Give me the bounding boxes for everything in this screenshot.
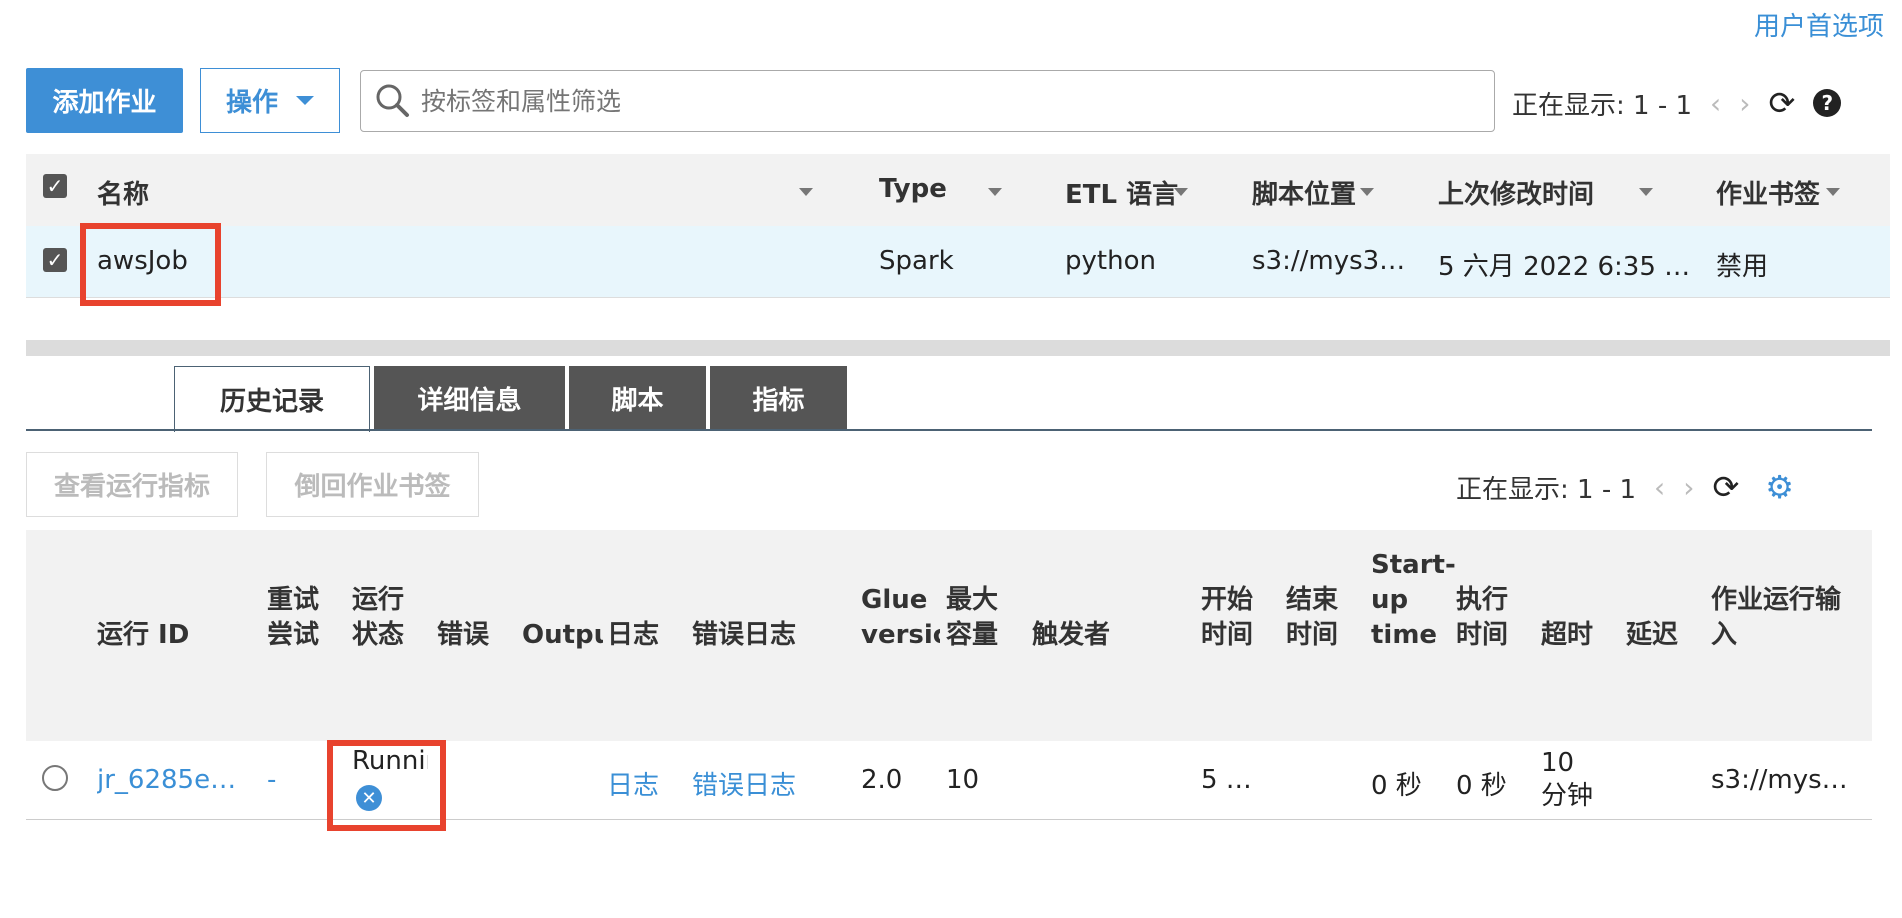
runs-table-header: 运行 ID 重试 尝试 运行 状态 错误 Outpu 日志 错误日志 Glue … [26,530,1872,742]
gear-icon[interactable]: ⚙ [1765,468,1794,506]
jobs-pagination-label: 正在显示: 1 - 1 [1512,90,1693,121]
col-triggered-by[interactable]: 触发者 [1032,618,1152,653]
sort-name-icon[interactable] [799,188,813,196]
tab-history[interactable]: 历史记录 [174,366,370,432]
prev-page-icon[interactable]: ‹ [1654,471,1665,504]
log-link[interactable]: 日志 [607,765,659,802]
col-output[interactable]: Outpu [522,618,603,653]
col-script[interactable]: 脚本位置 [1252,174,1356,211]
col-bookmark[interactable]: 作业书签 [1716,174,1820,211]
startup-time-value: 0 秒 [1371,771,1422,801]
refresh-icon[interactable]: ⟳ [1712,468,1739,506]
filter-search-input[interactable] [415,86,1494,116]
sort-etl-icon[interactable] [1174,188,1188,196]
job-type: Spark [879,246,954,276]
job-etl: python [1065,246,1156,276]
highlight-box [80,223,221,306]
col-timeout[interactable]: 超时 [1541,618,1603,653]
job-script: s3://mys3… [1252,246,1406,276]
col-type[interactable]: Type [879,174,947,204]
col-end-time[interactable]: 结束 时间 [1286,583,1348,653]
help-icon[interactable]: ? [1813,89,1842,117]
col-log[interactable]: 日志 [607,618,669,653]
jobs-table-header: ✓ 名称 Type ETL 语言 脚本位置 上次修改时间 作业书签 [26,154,1890,227]
col-retry[interactable]: 重试 尝试 [267,583,329,653]
history-pagination-label: 正在显示: 1 - 1 [1456,474,1637,505]
jobs-pagination: 正在显示: 1 - 1 ‹ › ⟳ ? [1512,84,1842,122]
chevron-down-icon [296,96,314,105]
col-glue-version[interactable]: Glue versic [861,583,940,653]
col-max-capacity[interactable]: 最大 容量 [946,583,1008,653]
tab-underline [26,429,1872,431]
filter-search-box[interactable] [360,70,1495,132]
glue-version-value: 2.0 [861,765,903,795]
col-error-log[interactable]: 错误日志 [692,618,812,653]
sort-script-icon[interactable] [1360,188,1374,196]
action-label: 操作 [225,88,278,118]
col-error[interactable]: 错误 [437,618,499,653]
table-row[interactable]: ✓ awsJob Spark python s3://mys3… 5 六月 20… [26,226,1890,298]
history-pagination: 正在显示: 1 - 1 ‹ › ⟳ ⚙ [1456,468,1794,506]
sort-type-icon[interactable] [988,188,1002,196]
user-preferences-link[interactable]: 用户首选项 [1754,6,1884,43]
error-log-link[interactable]: 错误日志 [692,765,796,802]
job-input-value: s3://mys… [1711,765,1848,795]
search-icon [376,84,409,117]
row-radio[interactable] [42,765,68,791]
tab-script[interactable]: 脚本 [569,366,706,430]
refresh-icon[interactable]: ⟳ [1768,84,1795,122]
col-exec-time[interactable]: 执行 时间 [1456,583,1518,653]
col-etl[interactable]: ETL 语言 [1065,174,1178,211]
sort-modified-icon[interactable] [1639,188,1653,196]
next-page-icon[interactable]: › [1739,87,1750,120]
tab-metrics[interactable]: 指标 [710,366,847,430]
rewind-bookmark-button[interactable]: 倒回作业书签 [266,452,479,517]
highlight-box [327,740,446,831]
exec-time-value: 0 秒 [1456,771,1507,801]
row-checkbox[interactable]: ✓ [43,248,67,272]
sort-bookmark-icon[interactable] [1826,188,1840,196]
col-job-input[interactable]: 作业运行输 入 [1711,583,1861,653]
add-job-label: 添加作业 [52,88,157,118]
tab-details[interactable]: 详细信息 [374,366,565,430]
job-modified: 5 六月 2022 6:35 … [1438,252,1691,282]
col-delay[interactable]: 延迟 [1626,618,1688,653]
capacity-value: 10 [946,765,980,795]
col-modified[interactable]: 上次修改时间 [1438,174,1594,211]
prev-page-icon[interactable]: ‹ [1710,87,1721,120]
col-run-status[interactable]: 运行 状态 [352,583,414,653]
next-page-icon[interactable]: › [1683,471,1694,504]
view-run-metrics-button[interactable]: 查看运行指标 [26,452,238,517]
job-bookmark: 禁用 [1716,252,1769,282]
col-name[interactable]: 名称 [97,174,149,211]
col-start-time[interactable]: 开始 时间 [1201,583,1263,653]
panel-divider[interactable] [26,340,1890,356]
action-dropdown-button[interactable]: 操作 [200,68,340,133]
col-startup-time[interactable]: Start- up time [1371,548,1456,653]
select-all-checkbox[interactable]: ✓ [43,174,67,198]
col-run-id[interactable]: 运行 ID [97,618,227,653]
table-row[interactable]: jr_6285e… - Runnin ✕ 日志 错误日志 2.0 10 5 … … [26,741,1872,820]
retry-value[interactable]: - [267,765,276,795]
run-id-link[interactable]: jr_6285e… [97,765,237,795]
add-job-button[interactable]: 添加作业 [26,68,183,133]
timeout-value: 10 分钟 [1541,748,1594,811]
start-time-value: 5 … [1201,765,1252,795]
